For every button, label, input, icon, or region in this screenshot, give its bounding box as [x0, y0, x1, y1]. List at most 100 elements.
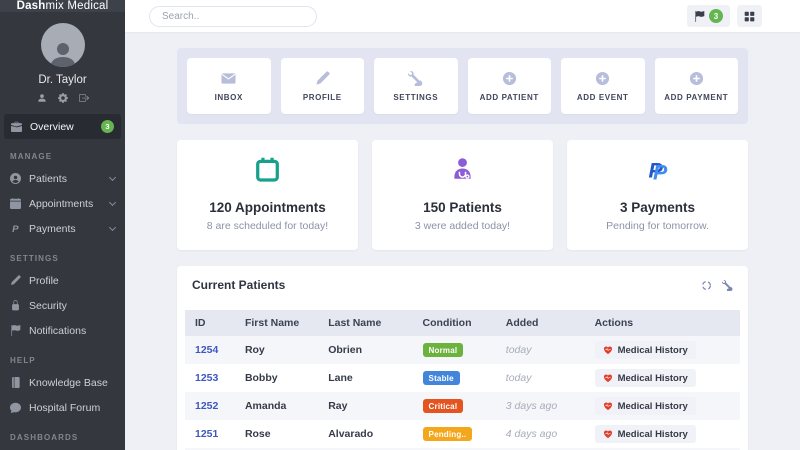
- patient-first-name: Bobby: [235, 364, 318, 392]
- chat-icon: [10, 402, 21, 413]
- wrench-icon[interactable]: [722, 280, 733, 291]
- medical-history-button[interactable]: Medical History: [595, 397, 696, 415]
- patient-id-link[interactable]: 1251: [195, 428, 218, 440]
- table-row: 1251 Rose Alvarado Pending.. 4 days ago: [185, 420, 740, 448]
- col-first-name: First Name: [235, 310, 318, 336]
- refresh-icon[interactable]: [701, 280, 712, 291]
- stat-card-appointments: 120 Appointments 8 are scheduled for tod…: [177, 140, 358, 250]
- col-added: Added: [496, 310, 585, 336]
- stat-subtitle: 8 are scheduled for today!: [185, 220, 350, 232]
- lock-icon: [10, 300, 21, 311]
- sidebar-item-label: Security: [29, 300, 67, 312]
- medical-history-button[interactable]: Medical History: [595, 369, 696, 387]
- action-label: Medical History: [618, 373, 688, 384]
- page-content: INBOX PROFILE SETTINGS: [125, 32, 800, 450]
- sidebar-item-knowledge-base[interactable]: Knowledge Base: [0, 370, 125, 395]
- action-label: Medical History: [618, 401, 688, 412]
- patients-table-wrap: ID First Name Last Name Condition Added …: [177, 304, 748, 450]
- book-icon: [10, 377, 21, 388]
- sidebar-item-appointments[interactable]: Appointments: [0, 191, 125, 216]
- briefcase-icon: [11, 121, 22, 132]
- sidebar-item-security[interactable]: Security: [0, 293, 125, 318]
- col-actions: Actions: [585, 310, 740, 336]
- col-condition: Condition: [413, 310, 496, 336]
- quick-action-label: ADD EVENT: [577, 93, 629, 102]
- pencil-icon: [315, 71, 330, 86]
- brand-logo[interactable]: Dashmix Medical: [0, 0, 125, 12]
- section-title-dashboards: DASHBOARDS: [0, 420, 125, 447]
- chevron-down-icon: [109, 174, 116, 181]
- notification-badge: 3: [709, 9, 723, 23]
- stat-title: 150 Patients: [380, 200, 545, 215]
- heart-icon: [603, 345, 613, 355]
- add-event-button[interactable]: ADD EVENT: [561, 58, 645, 114]
- chevron-down-icon: [109, 224, 116, 231]
- patient-last-name: Alvarado: [318, 420, 412, 448]
- added-date: today: [496, 336, 585, 364]
- table-row: 1253 Bobby Lane Stable today: [185, 364, 740, 392]
- section-title-help: HELP: [0, 343, 125, 370]
- chevron-down-icon: [109, 199, 116, 206]
- sign-out-icon[interactable]: [79, 93, 89, 103]
- gear-icon[interactable]: [58, 93, 68, 103]
- patient-first-name: Amanda: [235, 392, 318, 420]
- paypal-icon: P: [10, 223, 21, 234]
- plus-circle-icon: [502, 71, 517, 86]
- block-header: Current Patients: [177, 266, 748, 304]
- person-icon[interactable]: [37, 93, 47, 103]
- calendar-icon: [254, 156, 281, 183]
- patient-id-link[interactable]: 1253: [195, 372, 218, 384]
- profile-button[interactable]: PROFILE: [281, 58, 365, 114]
- sidebar-item-profile[interactable]: Profile: [0, 268, 125, 293]
- sidebar-item-label: Overview: [30, 121, 74, 133]
- patient-first-name: Roy: [235, 336, 318, 364]
- sidebar-item-hospital-forum[interactable]: Hospital Forum: [0, 395, 125, 420]
- medical-history-button[interactable]: Medical History: [595, 341, 696, 359]
- sidebar-item-notifications[interactable]: Notifications: [0, 318, 125, 343]
- user-name: Dr. Taylor: [0, 74, 125, 86]
- block-tools: [701, 280, 733, 291]
- patient-last-name: Obrien: [318, 336, 412, 364]
- paypal-icon: P P: [644, 156, 671, 183]
- added-date: today: [496, 364, 585, 392]
- sidebar-item-patients[interactable]: Patients: [0, 166, 125, 191]
- heart-icon: [603, 429, 613, 439]
- stat-subtitle: 3 were added today!: [380, 220, 545, 232]
- block-title: Current Patients: [192, 278, 285, 292]
- sidebar-nav: Overview 3 MANAGE Patients Appointments: [0, 114, 125, 450]
- added-date: 4 days ago: [496, 420, 585, 448]
- patient-id-link[interactable]: 1254: [195, 344, 218, 356]
- apps-grid-button[interactable]: [737, 5, 762, 27]
- heart-icon: [603, 373, 613, 383]
- plus-circle-icon: [689, 71, 704, 86]
- wrench-icon: [408, 71, 423, 86]
- medical-history-button[interactable]: Medical History: [595, 425, 696, 443]
- condition-badge: Normal: [423, 343, 464, 357]
- inbox-button[interactable]: INBOX: [187, 58, 271, 114]
- sidebar-item-payments[interactable]: P Payments: [0, 216, 125, 241]
- flag-icon: [10, 325, 21, 336]
- topbar-actions: 3: [687, 5, 762, 27]
- plus-circle-icon: [595, 71, 610, 86]
- avatar-silhouette-icon: [47, 35, 79, 67]
- svg-text:P: P: [653, 161, 668, 183]
- sidebar-item-overview[interactable]: Overview 3: [4, 114, 121, 139]
- patient-last-name: Ray: [318, 392, 412, 420]
- action-label: Medical History: [618, 429, 688, 440]
- search-input[interactable]: [149, 6, 317, 27]
- stat-title: 120 Appointments: [185, 200, 350, 215]
- patient-id-link[interactable]: 1252: [195, 400, 218, 412]
- settings-button[interactable]: SETTINGS: [374, 58, 458, 114]
- notifications-button[interactable]: 3: [687, 5, 730, 27]
- sidebar-item-label: Knowledge Base: [29, 377, 108, 389]
- sidebar-item-label: Patients: [29, 173, 67, 185]
- add-patient-button[interactable]: ADD PATIENT: [468, 58, 552, 114]
- sidebar-item-label: Profile: [29, 275, 59, 287]
- condition-badge: Critical: [423, 399, 464, 413]
- avatar[interactable]: [41, 23, 85, 67]
- main-area: 3 INBOX: [125, 0, 800, 450]
- envelope-icon: [221, 71, 236, 86]
- sidebar-item-label: Appointments: [29, 198, 93, 210]
- add-payment-button[interactable]: ADD PAYMENT: [655, 58, 739, 114]
- stat-card-patients: 150 Patients 3 were added today!: [372, 140, 553, 250]
